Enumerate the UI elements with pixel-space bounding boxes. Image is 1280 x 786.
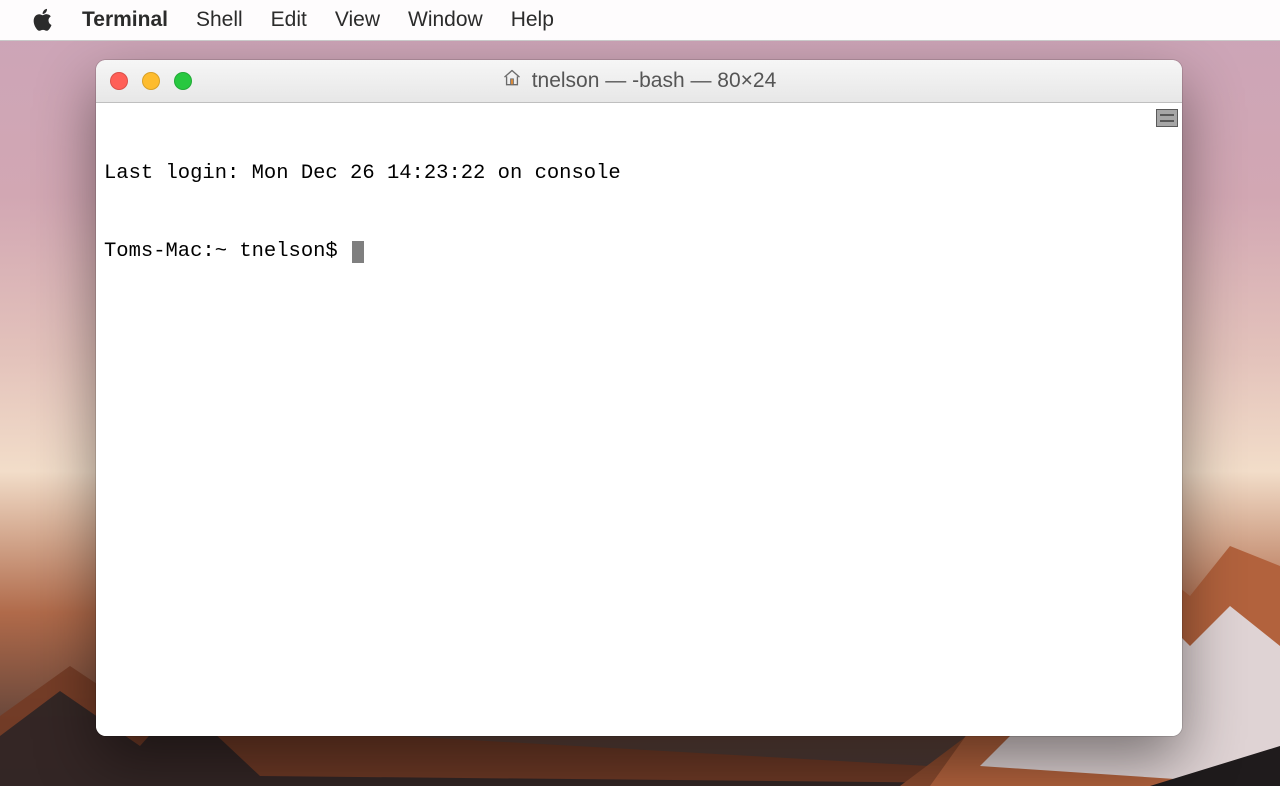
window-title-text: tnelson — -bash — 80×24 — [532, 69, 777, 93]
macos-menubar: Terminal Shell Edit View Window Help — [0, 0, 1280, 41]
scroll-indicator-icon[interactable] — [1156, 109, 1178, 127]
terminal-cursor[interactable] — [352, 241, 364, 263]
home-icon — [502, 68, 522, 94]
minimize-button[interactable] — [142, 72, 160, 90]
menubar-item-view[interactable]: View — [321, 0, 394, 40]
menubar-app-name[interactable]: Terminal — [68, 0, 182, 40]
terminal-last-login: Last login: Mon Dec 26 14:23:22 on conso… — [104, 161, 621, 187]
window-titlebar[interactable]: tnelson — -bash — 80×24 — [96, 60, 1182, 103]
terminal-body[interactable]: Last login: Mon Dec 26 14:23:22 on conso… — [96, 103, 1182, 736]
zoom-button[interactable] — [174, 72, 192, 90]
window-title: tnelson — -bash — 80×24 — [502, 68, 777, 94]
terminal-prompt: Toms-Mac:~ tnelson$ — [104, 239, 350, 265]
traffic-lights — [110, 72, 192, 90]
menubar-item-edit[interactable]: Edit — [257, 0, 321, 40]
terminal-prompt-line: Toms-Mac:~ tnelson$ — [104, 239, 621, 265]
menubar-item-window[interactable]: Window — [394, 0, 497, 40]
desktop-background: Terminal Shell Edit View Window Help — [0, 0, 1280, 786]
terminal-window: tnelson — -bash — 80×24 Last login: Mon … — [96, 60, 1182, 736]
terminal-output: Last login: Mon Dec 26 14:23:22 on conso… — [104, 109, 621, 317]
menubar-item-shell[interactable]: Shell — [182, 0, 257, 40]
menubar-item-help[interactable]: Help — [497, 0, 568, 40]
close-button[interactable] — [110, 72, 128, 90]
apple-menu-icon[interactable] — [18, 0, 68, 40]
